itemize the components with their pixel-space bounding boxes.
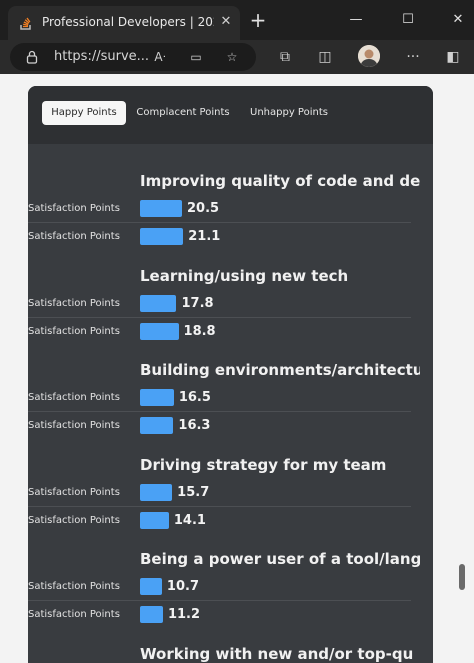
row-divider: [28, 411, 411, 412]
new-tab-icon[interactable]: +: [248, 10, 268, 31]
avatar[interactable]: [358, 45, 380, 67]
bar-value-label: 15.7: [177, 484, 210, 500]
maximize-icon[interactable]: ☐: [398, 10, 418, 30]
favorite-star-icon[interactable]: ☆: [224, 49, 240, 65]
row-label: Satisfaction Points: [28, 325, 120, 337]
row-label: Satisfaction Points: [28, 581, 120, 592]
minimize-icon[interactable]: —: [346, 10, 366, 30]
browser-tab[interactable]: Professional Developers | 2024 St ✕: [8, 6, 240, 40]
bar[interactable]: [140, 228, 184, 245]
bar[interactable]: [140, 417, 174, 434]
url-text[interactable]: https://surve...: [54, 49, 149, 64]
group-title: Improving quality of code and dev: [140, 172, 420, 190]
bar[interactable]: [140, 200, 183, 217]
row-divider: [28, 600, 411, 601]
lock-icon[interactable]: [24, 49, 40, 65]
bar[interactable]: [140, 389, 174, 406]
split-screen-icon[interactable]: ◫: [316, 48, 334, 66]
group-title: Working with new and/or top-qu: [140, 644, 414, 663]
tab-bar: Professional Developers | 2024 St ✕ + — …: [0, 0, 474, 40]
immersive-reader-icon[interactable]: ▭: [188, 49, 204, 65]
bar-value-label: 18.8: [183, 323, 216, 339]
row-label: Satisfaction Points: [28, 297, 120, 309]
tab-unhappy-points[interactable]: Unhappy Points: [244, 101, 334, 125]
more-menu-icon[interactable]: ···: [404, 48, 422, 66]
bar-value-label: 16.5: [178, 390, 211, 405]
bar-value-label: 10.7: [166, 579, 199, 594]
group-title: Driving strategy for my team: [140, 455, 387, 474]
tab-complacent-points[interactable]: Complacent Points: [134, 101, 232, 125]
row-label: Satisfaction Points: [28, 609, 120, 620]
page-viewport: Happy Points Complacent Points Unhappy P…: [0, 74, 474, 663]
bar-value-label: 21.1: [188, 229, 221, 244]
scrollbar-thumb[interactable]: [459, 564, 465, 590]
stackoverflow-icon: [20, 17, 31, 30]
bar-value-label: 17.8: [181, 295, 214, 311]
group-title: Being a power user of a tool/langu: [140, 550, 420, 568]
row-label: Satisfaction Points: [28, 231, 120, 242]
bar-value-label: 20.5: [187, 201, 220, 216]
read-aloud-icon[interactable]: Aᐧ: [152, 49, 168, 65]
bar[interactable]: [140, 606, 163, 623]
points-tabs: Happy Points Complacent Points Unhappy P…: [28, 86, 433, 144]
chart-card: Happy Points Complacent Points Unhappy P…: [28, 86, 433, 663]
bar-value-label: 16.3: [178, 418, 211, 433]
group-title: Building environments/architectu: [140, 361, 420, 379]
tab-happy-points[interactable]: Happy Points: [42, 101, 126, 125]
row-label: Satisfaction Points: [28, 486, 120, 498]
close-window-icon[interactable]: ✕: [448, 10, 468, 30]
bar[interactable]: [140, 511, 169, 529]
sidebar-toggle-icon[interactable]: ◧: [444, 48, 462, 66]
row-label: Satisfaction Points: [28, 203, 120, 214]
row-divider: [28, 316, 411, 318]
profile-picture-icon: [358, 45, 380, 67]
bar[interactable]: [140, 483, 173, 501]
address-bar[interactable]: https://surve... Aᐧ ▭ ☆: [10, 43, 256, 71]
bar-value-label: 14.1: [173, 512, 206, 528]
browser-toolbar: https://surve... Aᐧ ▭ ☆ ⧉ ◫ ··· ◧: [0, 40, 474, 74]
bar[interactable]: [140, 578, 162, 595]
group-title: Learning/using new tech: [140, 266, 349, 285]
extensions-icon[interactable]: ⧉: [276, 48, 294, 66]
row-label: Satisfaction Points: [28, 514, 120, 526]
row-divider: [28, 505, 411, 507]
row-divider: [28, 222, 411, 223]
scrollbar[interactable]: [455, 74, 467, 663]
close-tab-icon[interactable]: ✕: [218, 14, 234, 30]
bar[interactable]: [140, 294, 177, 312]
row-label: Satisfaction Points: [28, 420, 120, 431]
bar[interactable]: [140, 322, 179, 340]
tab-title: Professional Developers | 2024 St: [42, 15, 214, 29]
bar-value-label: 11.2: [167, 607, 201, 622]
row-label: Satisfaction Points: [28, 392, 120, 403]
